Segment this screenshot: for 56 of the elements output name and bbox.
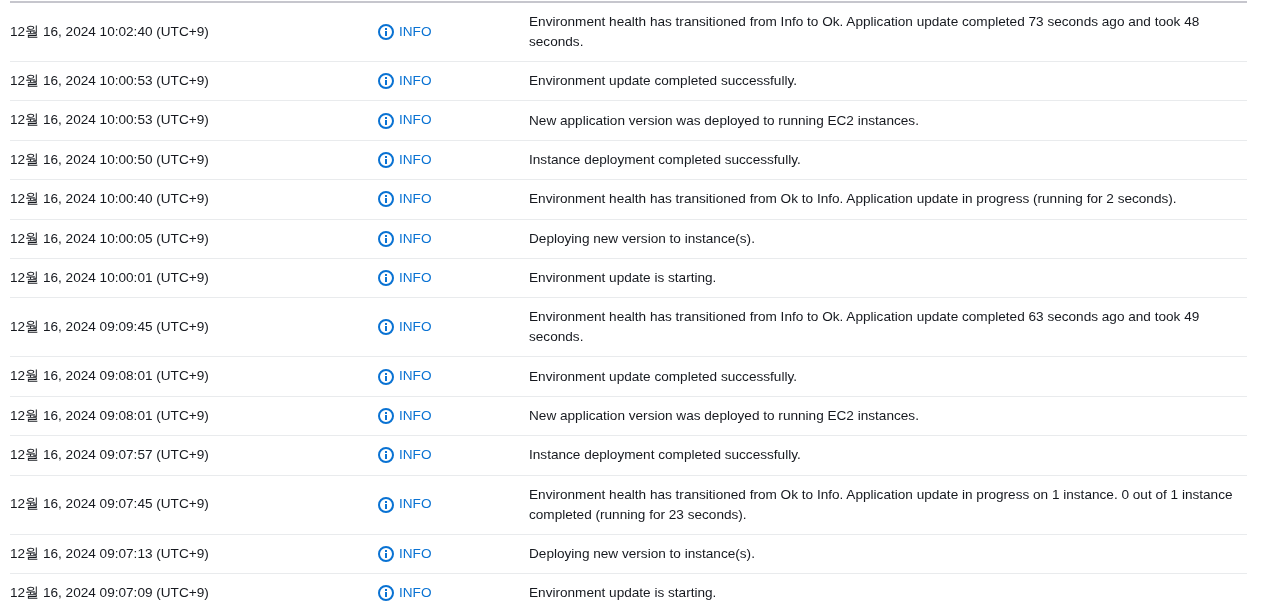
timestamp: 12월 16, 2024 10:00:01 (UTC+9) bbox=[10, 269, 209, 285]
event-type: INFO bbox=[399, 544, 432, 563]
timestamp: 12월 16, 2024 10:00:05 (UTC+9) bbox=[10, 230, 209, 246]
event-message: Environment health has transitioned from Info to Ok. Application update completed 73 seconds ago and took 48 seconds. bbox=[529, 14, 1200, 49]
event-type: INFO bbox=[399, 72, 432, 90]
event-message: Environment health has transitioned from Info to Ok. Application update completed 63 seconds ago and took 49 seconds. bbox=[529, 309, 1200, 345]
timestamp: 12월 16, 2024 09:08:01 (UTC+9) bbox=[10, 368, 209, 384]
timestamp: 12월 16, 2024 10:00:53 (UTC+9) bbox=[10, 112, 209, 128]
event-type: INFO bbox=[399, 583, 432, 602]
event-message: Deploying new version to instance(s). bbox=[529, 545, 755, 561]
event-message: New application version was deployed to running EC2 instances. bbox=[529, 112, 919, 128]
info-icon bbox=[378, 191, 394, 208]
info-icon bbox=[378, 270, 394, 287]
event-type: INFO bbox=[399, 495, 432, 514]
event-message: Environment update completed successfully. bbox=[529, 73, 797, 89]
event-type: INFO bbox=[399, 229, 432, 248]
event-message: New application version was deployed to running EC2 instances. bbox=[529, 407, 919, 423]
event-message: Environment update is starting. bbox=[529, 585, 717, 601]
info-icon bbox=[378, 447, 394, 464]
event-type: INFO bbox=[399, 150, 432, 169]
timestamp: 12월 16, 2024 09:07:45 (UTC+9) bbox=[10, 496, 209, 512]
event-type: INFO bbox=[399, 111, 432, 130]
event-message: Environment health has transitioned from Ok to Info. Application update in progress (running for 2 seconds). bbox=[529, 191, 1177, 207]
event-message: Instance deployment completed successfully. bbox=[529, 151, 801, 167]
event-message: Environment update completed successfully. bbox=[529, 368, 797, 384]
timestamp: 12월 16, 2024 09:08:01 (UTC+9) bbox=[10, 407, 209, 423]
event-type: INFO bbox=[399, 318, 432, 337]
timestamp: 12월 16, 2024 10:00:50 (UTC+9) bbox=[10, 151, 209, 167]
timestamp: 12월 16, 2024 10:00:53 (UTC+9) bbox=[10, 73, 209, 88]
info-icon bbox=[378, 585, 394, 602]
timestamp: 12월 16, 2024 10:00:40 (UTC+9) bbox=[10, 191, 209, 207]
event-type: INFO bbox=[399, 268, 432, 287]
info-icon bbox=[378, 24, 394, 40]
info-icon bbox=[378, 319, 394, 336]
info-icon bbox=[378, 73, 394, 90]
info-icon bbox=[378, 545, 394, 562]
info-icon bbox=[378, 407, 394, 424]
event-message: Deploying new version to instance(s). bbox=[529, 230, 755, 246]
timestamp: 12월 16, 2024 09:07:57 (UTC+9) bbox=[10, 447, 209, 463]
event-type: INFO bbox=[399, 406, 432, 425]
timestamp: 12월 16, 2024 09:09:45 (UTC+9) bbox=[10, 319, 209, 335]
event-type: INFO bbox=[399, 367, 432, 386]
timestamp: 12월 16, 2024 09:07:09 (UTC+9) bbox=[10, 584, 209, 600]
event-message: Environment health has transitioned from Ok to Info. Application update in progress on 1 instance. 0 out of 1 instance completed (running for 23 seconds). bbox=[529, 486, 1233, 522]
event-type: INFO bbox=[399, 190, 432, 209]
event-message: Environment update is starting. bbox=[529, 270, 717, 286]
event-type: INFO bbox=[399, 446, 432, 465]
info-icon bbox=[378, 112, 394, 129]
info-icon bbox=[378, 230, 394, 247]
timestamp: 12월 16, 2024 09:07:13 (UTC+9) bbox=[10, 545, 209, 561]
info-icon bbox=[378, 496, 394, 513]
info-icon bbox=[378, 151, 394, 168]
event-type: INFO bbox=[399, 22, 432, 41]
info-icon bbox=[378, 368, 394, 385]
timestamp: 12월 16, 2024 10:02:40 (UTC+9) bbox=[10, 23, 209, 39]
event-message: Instance deployment completed successfully. bbox=[529, 447, 801, 463]
